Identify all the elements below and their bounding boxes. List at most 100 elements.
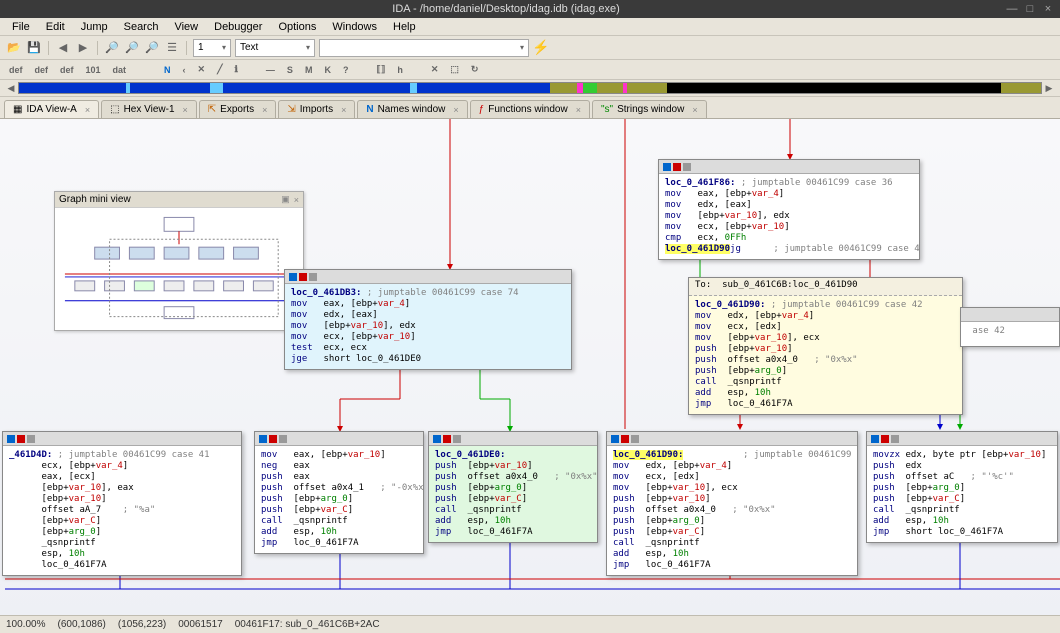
searchtype-dropdown[interactable]: Text bbox=[235, 39, 315, 57]
back-icon[interactable]: ◀ bbox=[55, 40, 71, 56]
minimize-icon[interactable]: — bbox=[1006, 3, 1018, 15]
tb2-101[interactable]: 101 bbox=[83, 65, 104, 75]
status-pos1: (600,1086) bbox=[57, 619, 105, 630]
tb2-bin[interactable]: ⬚ bbox=[447, 64, 462, 75]
maximize-icon[interactable]: □ bbox=[1024, 3, 1036, 15]
functions-icon: ƒ bbox=[479, 104, 485, 115]
imports-icon: ⇲ bbox=[287, 104, 295, 115]
tab-close-icon[interactable]: × bbox=[341, 105, 346, 115]
tab-hex-view[interactable]: ⬚Hex View-1× bbox=[101, 100, 197, 118]
status-pos2: (1056,223) bbox=[118, 619, 166, 630]
tab-label: Hex View-1 bbox=[124, 104, 175, 115]
menu-windows[interactable]: Windows bbox=[324, 19, 385, 35]
code-node-neg[interactable]: mov eax, [ebp+var_10] neg eax push eax p… bbox=[254, 431, 424, 554]
tb2-neg[interactable]: — bbox=[263, 65, 278, 75]
menu-view[interactable]: View bbox=[166, 19, 206, 35]
fwd-icon[interactable]: ▶ bbox=[75, 40, 91, 56]
tb2-excl[interactable]: ℹ bbox=[232, 64, 241, 75]
tab-close-icon[interactable]: × bbox=[453, 105, 458, 115]
code-node-movzx[interactable]: movzx edx, byte ptr [ebp+var_10] push ed… bbox=[866, 431, 1058, 543]
status-addr1: 00061517 bbox=[178, 619, 223, 630]
tb2-x[interactable]: ✕ bbox=[428, 64, 442, 75]
run-icon[interactable]: ⚡ bbox=[533, 40, 549, 56]
node-body: loc_0_461DE0: push [ebp+var_10] push off… bbox=[429, 446, 597, 542]
menubar: File Edit Jump Search View Debugger Opti… bbox=[0, 18, 1060, 36]
tab-exports[interactable]: ⇱Exports× bbox=[199, 100, 277, 118]
toolbar: 📂 💾 ◀ ▶ 🔎 🔎 🔎 ☰ 1 Text ⚡ bbox=[0, 36, 1060, 60]
tab-close-icon[interactable]: × bbox=[85, 105, 90, 115]
node-icon bbox=[663, 163, 671, 171]
code-node-461db3[interactable]: loc_0_461DB3: ; jumptable 00461C99 case … bbox=[284, 269, 572, 370]
tb2-def2[interactable]: def bbox=[32, 65, 52, 75]
menu-file[interactable]: File bbox=[4, 19, 38, 35]
tab-close-icon[interactable]: × bbox=[262, 105, 267, 115]
searchtype-value: Text bbox=[240, 42, 258, 53]
tb2-q[interactable]: ? bbox=[340, 65, 352, 75]
tab-names[interactable]: NNames window× bbox=[357, 100, 467, 118]
navband[interactable] bbox=[18, 82, 1042, 94]
find-next-icon[interactable]: 🔎 bbox=[124, 40, 140, 56]
tab-functions[interactable]: ƒFunctions window × bbox=[470, 100, 590, 118]
tb2-K[interactable]: K bbox=[321, 65, 334, 75]
tb2-def1[interactable]: def bbox=[6, 65, 26, 75]
node-body: mov eax, [ebp+var_10] neg eax push eax p… bbox=[255, 446, 423, 553]
code-node-461de0[interactable]: loc_0_461DE0: push [ebp+var_10] push off… bbox=[428, 431, 598, 543]
tab-close-icon[interactable]: × bbox=[183, 105, 188, 115]
miniview-titlebar[interactable]: Graph mini view ▣ × bbox=[55, 192, 303, 208]
navband-left[interactable]: ◀ bbox=[4, 83, 18, 94]
graph-miniview[interactable]: Graph mini view ▣ × bbox=[54, 191, 304, 331]
tb2-dat[interactable]: dat bbox=[110, 65, 130, 75]
tb2-refresh[interactable]: ↻ bbox=[468, 64, 482, 75]
code-node-461d90[interactable]: loc_0_461D90: ; jumptable 00461C99 case … bbox=[606, 431, 858, 576]
tab-label: Functions window bbox=[488, 104, 567, 115]
tab-imports[interactable]: ⇲Imports× bbox=[278, 100, 355, 118]
menu-help[interactable]: Help bbox=[385, 19, 424, 35]
node-icon bbox=[279, 435, 287, 443]
tb2-slash[interactable]: ╱ bbox=[214, 64, 225, 75]
open-icon[interactable]: 📂 bbox=[6, 40, 22, 56]
tb2-chevron[interactable]: ‹ bbox=[180, 65, 189, 75]
search-combo[interactable] bbox=[319, 39, 529, 57]
strings-icon: "s" bbox=[601, 104, 613, 115]
tab-close-icon[interactable]: × bbox=[692, 105, 697, 115]
tb2-brackets[interactable]: ⟦⟧ bbox=[373, 64, 388, 75]
tb2-N[interactable]: N bbox=[161, 65, 174, 75]
menu-search[interactable]: Search bbox=[116, 19, 167, 35]
miniview-body bbox=[55, 208, 303, 330]
node-icon bbox=[683, 163, 691, 171]
find-text-icon[interactable]: 🔎 bbox=[144, 40, 160, 56]
tab-strings[interactable]: "s"Strings window× bbox=[592, 100, 707, 118]
tb2-M[interactable]: M bbox=[302, 65, 316, 75]
code-node-461d90-to[interactable]: To: sub_0_461C6B:loc_0_461D90 loc_0_461D… bbox=[688, 277, 963, 415]
code-node-461d4d[interactable]: _461D4D: ; jumptable 00461C99 case 41 ec… bbox=[2, 431, 242, 576]
page-dropdown[interactable]: 1 bbox=[193, 39, 231, 57]
close-icon[interactable]: × bbox=[1042, 3, 1054, 15]
menu-options[interactable]: Options bbox=[270, 19, 324, 35]
tabstrip: ▦IDA View-A× ⬚Hex View-1× ⇱Exports× ⇲Imp… bbox=[0, 97, 1060, 119]
menu-edit[interactable]: Edit bbox=[38, 19, 73, 35]
menu-debugger[interactable]: Debugger bbox=[206, 19, 270, 35]
miniview-float-icon[interactable]: ▣ bbox=[281, 194, 290, 205]
node-icon bbox=[453, 435, 461, 443]
status-addr2: 00461F17: sub_0_461C6B+2AC bbox=[235, 619, 380, 630]
tab-ida-view-a[interactable]: ▦IDA View-A× bbox=[4, 100, 99, 118]
names-icon: N bbox=[366, 104, 373, 115]
node-body: loc_0_461D90: ; jumptable 00461C99 case … bbox=[607, 446, 857, 575]
node-body: loc_0_461DB3: ; jumptable 00461C99 case … bbox=[285, 284, 571, 369]
code-node-461f86[interactable]: loc_0_461F86: ; jumptable 00461C99 case … bbox=[658, 159, 920, 260]
tb2-h[interactable]: h bbox=[394, 65, 406, 75]
navband-right[interactable]: ▶ bbox=[1042, 83, 1056, 94]
code-node-side[interactable]: ase 42 bbox=[960, 307, 1060, 347]
menu-jump[interactable]: Jump bbox=[73, 19, 116, 35]
find-seq-icon[interactable]: ☰ bbox=[164, 40, 180, 56]
miniview-close-icon[interactable]: × bbox=[294, 195, 299, 205]
tb2-def3[interactable]: def bbox=[57, 65, 77, 75]
node-icon bbox=[269, 435, 277, 443]
graph-canvas[interactable]: Graph mini view ▣ × bbox=[0, 119, 1060, 632]
save-icon[interactable]: 💾 bbox=[26, 40, 42, 56]
binoculars-icon[interactable]: 🔎 bbox=[104, 40, 120, 56]
tab-close-icon[interactable]: × bbox=[576, 105, 581, 115]
tb2-dash[interactable]: ✕ bbox=[195, 64, 209, 75]
node-icon bbox=[881, 435, 889, 443]
tb2-S[interactable]: S bbox=[284, 65, 296, 75]
